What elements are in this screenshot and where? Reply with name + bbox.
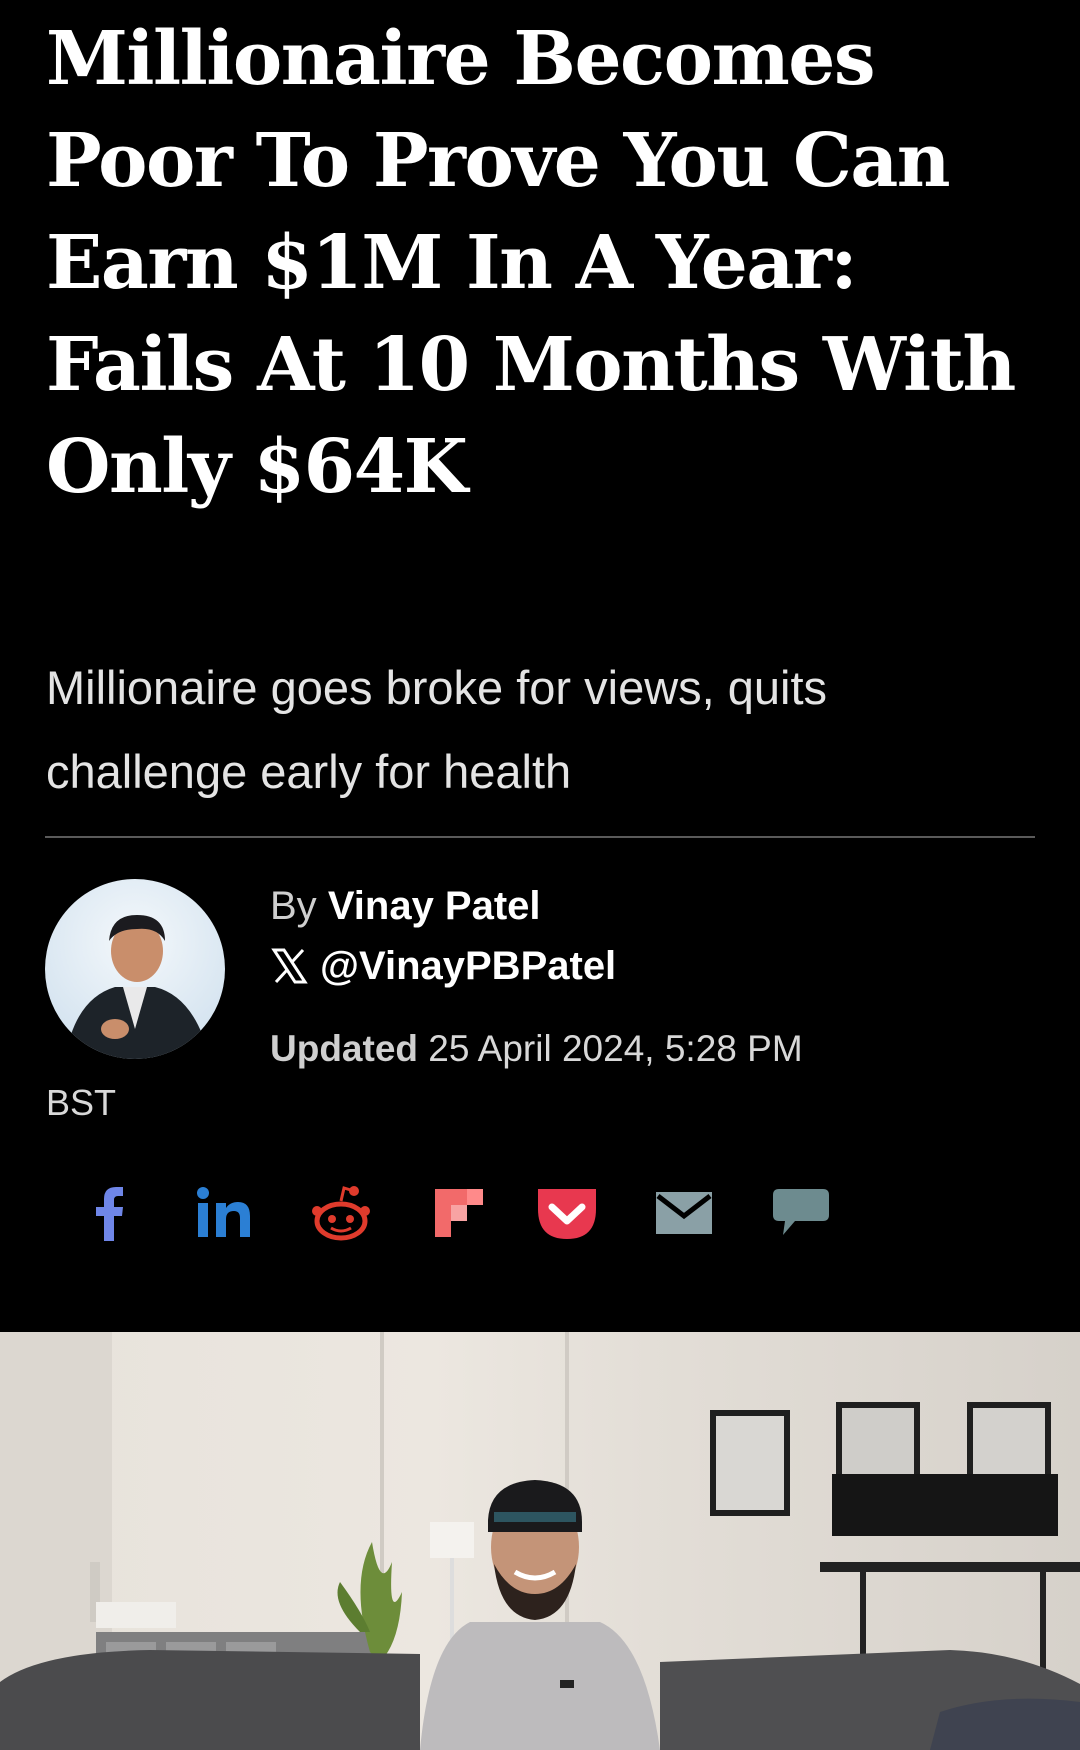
author-byline: By Vinay Patel [270, 880, 541, 932]
comment-icon[interactable] [768, 1180, 834, 1246]
updated-label: Updated [270, 1028, 418, 1069]
flipboard-icon[interactable] [426, 1180, 492, 1246]
article-lead-image [0, 1332, 1080, 1750]
share-bar [0, 1170, 1080, 1250]
author-x-handle[interactable]: @VinayPBPatel [270, 940, 616, 992]
linkedin-icon[interactable] [191, 1180, 257, 1246]
timezone-label: BST [46, 1082, 117, 1123]
article-headline: Millionaire Becomes Poor To Prove You Ca… [46, 16, 1016, 510]
divider [45, 836, 1035, 838]
article-subtitle: Millionaire goes broke for views, quits … [46, 661, 828, 798]
pocket-icon[interactable] [534, 1180, 600, 1246]
email-icon[interactable] [651, 1180, 717, 1246]
by-label: By [270, 884, 317, 928]
x-handle-text: @VinayPBPatel [320, 944, 617, 988]
x-logo-icon [271, 948, 308, 984]
updated-timestamp: Updated 25 April 2024, 5:28 PM [270, 1024, 803, 1074]
author-name-link[interactable]: Vinay Patel [328, 884, 541, 928]
updated-value: 25 April 2024, 5:28 PM [428, 1028, 803, 1069]
reddit-icon[interactable] [308, 1180, 374, 1246]
facebook-icon[interactable] [77, 1180, 143, 1246]
author-avatar[interactable] [45, 879, 225, 1059]
